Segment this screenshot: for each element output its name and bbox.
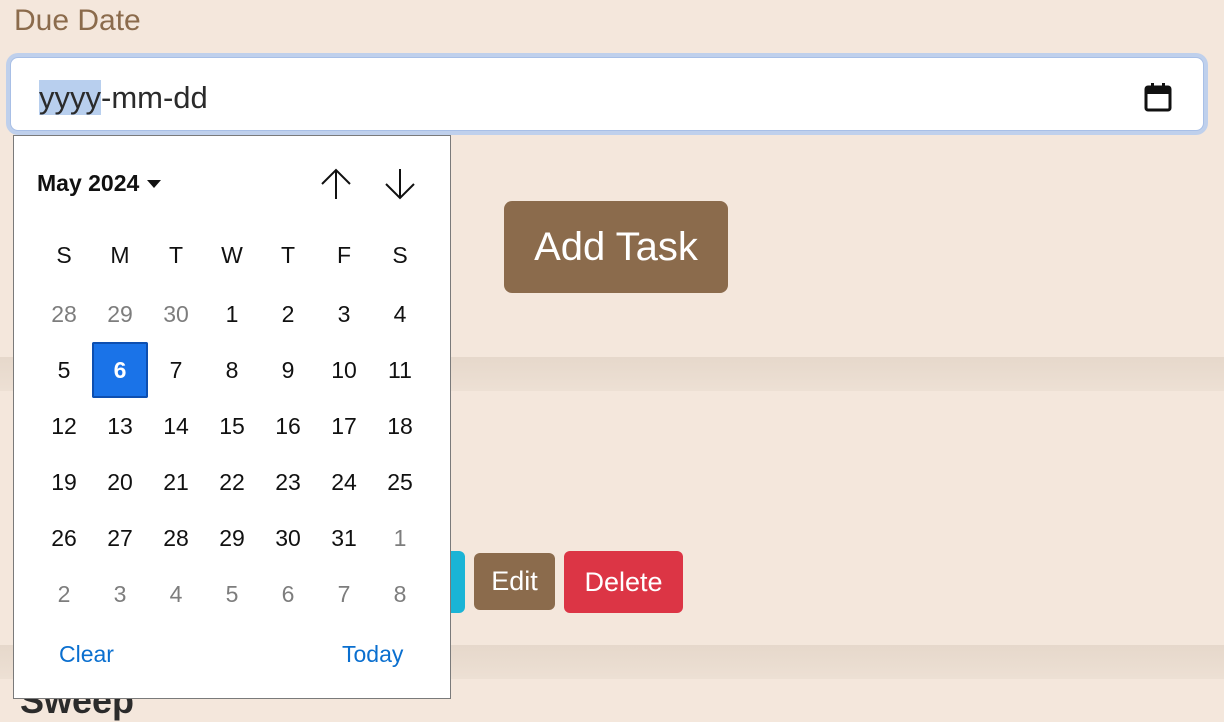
date-rest-segments[interactable]: -mm-dd: [101, 80, 208, 115]
date-picker-popup: May 2024 SMTWTFS 28 29 30 1 2 3 4 5 6 7 8 9 10 11 12 13…: [13, 135, 451, 699]
calendar-week-row: 26 27 28 29 30 31 1: [36, 510, 428, 566]
calendar-day[interactable]: 19: [36, 454, 92, 510]
calendar-day[interactable]: 25: [372, 454, 428, 510]
calendar-day[interactable]: 7: [148, 342, 204, 398]
calendar-day[interactable]: 11: [372, 342, 428, 398]
calendar-icon[interactable]: [1143, 81, 1173, 113]
calendar-day[interactable]: 4: [148, 566, 204, 622]
calendar-day[interactable]: 12: [36, 398, 92, 454]
dropdown-caret-icon: [147, 179, 162, 188]
calendar-day[interactable]: 15: [204, 398, 260, 454]
calendar-day[interactable]: 1: [204, 286, 260, 342]
weekday-label: T: [280, 242, 296, 268]
calendar-day[interactable]: 31: [316, 510, 372, 566]
calendar-day[interactable]: 3: [316, 286, 372, 342]
calendar-day[interactable]: 30: [148, 286, 204, 342]
calendar-day[interactable]: 13: [92, 398, 148, 454]
calendar-day[interactable]: 20: [92, 454, 148, 510]
calendar-day[interactable]: 7: [316, 566, 372, 622]
calendar-day-selected[interactable]: 6: [92, 342, 148, 398]
calendar-day[interactable]: 29: [204, 510, 260, 566]
calendar-day[interactable]: 22: [204, 454, 260, 510]
calendar-day[interactable]: 2: [36, 566, 92, 622]
calendar-day[interactable]: 30: [260, 510, 316, 566]
calendar-day[interactable]: 5: [36, 342, 92, 398]
add-task-button[interactable]: Add Task: [504, 201, 728, 293]
previous-month-arrow-icon[interactable]: [319, 166, 353, 202]
due-date-label: Due Date: [14, 4, 141, 37]
weekday-label: F: [336, 242, 352, 268]
calendar-day[interactable]: 10: [316, 342, 372, 398]
weekday-label: T: [168, 242, 184, 268]
calendar-day[interactable]: 14: [148, 398, 204, 454]
calendar-day[interactable]: 5: [204, 566, 260, 622]
calendar-week-row: 12 13 14 15 16 17 18: [36, 398, 428, 454]
calendar-day[interactable]: 3: [92, 566, 148, 622]
calendar-day[interactable]: 18: [372, 398, 428, 454]
calendar-day[interactable]: 28: [148, 510, 204, 566]
date-year-segment[interactable]: yyyy: [39, 80, 101, 115]
weekday-label: M: [110, 242, 130, 268]
calendar-week-row: 5 6 7 8 9 10 11: [36, 342, 428, 398]
calendar-day[interactable]: 26: [36, 510, 92, 566]
month-year-label: May 2024: [37, 170, 140, 196]
month-year-selector[interactable]: May 2024: [37, 170, 162, 197]
calendar-day[interactable]: 23: [260, 454, 316, 510]
weekday-header: SMTWTFS: [36, 242, 428, 269]
calendar-day[interactable]: 4: [372, 286, 428, 342]
weekday-label: W: [221, 242, 243, 268]
calendar-day[interactable]: 17: [316, 398, 372, 454]
clear-button[interactable]: Clear: [59, 641, 114, 668]
calendar-day[interactable]: 8: [372, 566, 428, 622]
calendar-day[interactable]: 21: [148, 454, 204, 510]
calendar-week-row: 28 29 30 1 2 3 4: [36, 286, 428, 342]
calendar-day[interactable]: 9: [260, 342, 316, 398]
due-date-input[interactable]: yyyy-mm-dd: [10, 57, 1204, 131]
calendar-day[interactable]: 1: [372, 510, 428, 566]
weekday-label: S: [56, 242, 72, 268]
calendar-day[interactable]: 28: [36, 286, 92, 342]
edit-button[interactable]: Edit: [474, 553, 555, 610]
calendar-day[interactable]: 29: [92, 286, 148, 342]
calendar-day[interactable]: 27: [92, 510, 148, 566]
weekday-label: S: [392, 242, 408, 268]
calendar-day[interactable]: 24: [316, 454, 372, 510]
today-button[interactable]: Today: [342, 641, 403, 668]
date-input-text[interactable]: yyyy-mm-dd: [39, 80, 208, 116]
calendar-day[interactable]: 8: [204, 342, 260, 398]
calendar-week-row: 19 20 21 22 23 24 25: [36, 454, 428, 510]
next-month-arrow-icon[interactable]: [383, 166, 417, 202]
calendar-week-row: 2345678: [36, 566, 428, 622]
calendar-day[interactable]: 16: [260, 398, 316, 454]
calendar-day[interactable]: 6: [260, 566, 316, 622]
delete-button[interactable]: Delete: [564, 551, 683, 613]
calendar-day[interactable]: 2: [260, 286, 316, 342]
